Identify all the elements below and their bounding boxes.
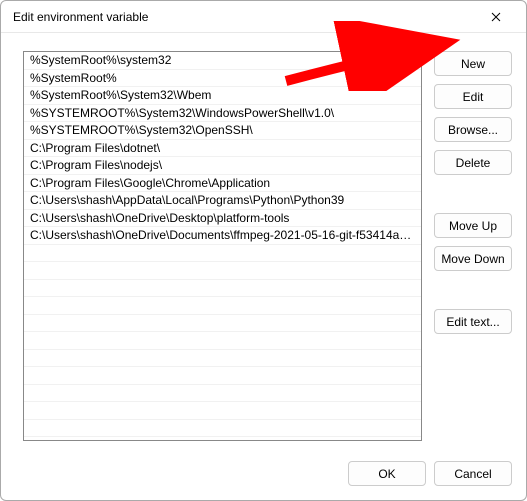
list-item[interactable]: C:\Users\shash\AppData\Local\Programs\Py… <box>24 192 421 210</box>
list-item-empty[interactable] <box>24 385 421 403</box>
new-button[interactable]: New <box>434 51 512 76</box>
list-item[interactable]: C:\Program Files\Google\Chrome\Applicati… <box>24 175 421 193</box>
close-icon <box>491 12 501 22</box>
list-item-empty[interactable] <box>24 297 421 315</box>
list-item-empty[interactable] <box>24 280 421 298</box>
delete-button[interactable]: Delete <box>434 150 512 175</box>
list-item[interactable]: C:\Program Files\dotnet\ <box>24 140 421 158</box>
list-item-empty[interactable] <box>24 367 421 385</box>
list-item[interactable]: %SystemRoot% <box>24 70 421 88</box>
browse-button[interactable]: Browse... <box>434 117 512 142</box>
edit-text-button[interactable]: Edit text... <box>434 309 512 334</box>
list-item-empty[interactable] <box>24 332 421 350</box>
list-item-empty[interactable] <box>24 245 421 263</box>
dialog-content: %SystemRoot%\system32 %SystemRoot% %Syst… <box>1 33 526 453</box>
list-item[interactable]: C:\Program Files\nodejs\ <box>24 157 421 175</box>
list-item[interactable]: C:\Users\shash\OneDrive\Desktop\platform… <box>24 210 421 228</box>
list-item[interactable]: %SystemRoot%\System32\Wbem <box>24 87 421 105</box>
list-item[interactable]: C:\Users\shash\OneDrive\Documents\ffmpeg… <box>24 227 421 245</box>
close-button[interactable] <box>474 2 518 32</box>
cancel-button[interactable]: Cancel <box>434 461 512 486</box>
move-down-button[interactable]: Move Down <box>434 246 512 271</box>
list-item-empty[interactable] <box>24 420 421 438</box>
dialog-footer: OK Cancel <box>348 461 512 486</box>
edit-button[interactable]: Edit <box>434 84 512 109</box>
list-item[interactable]: %SystemRoot%\system32 <box>24 52 421 70</box>
move-up-button[interactable]: Move Up <box>434 213 512 238</box>
ok-button[interactable]: OK <box>348 461 426 486</box>
list-item-empty[interactable] <box>24 402 421 420</box>
list-item[interactable]: %SYSTEMROOT%\System32\OpenSSH\ <box>24 122 421 140</box>
title-bar: Edit environment variable <box>1 1 526 33</box>
list-item-empty[interactable] <box>24 315 421 333</box>
list-item-empty[interactable] <box>24 350 421 368</box>
list-item[interactable]: %SYSTEMROOT%\System32\WindowsPowerShell\… <box>24 105 421 123</box>
side-button-column: New Edit Browse... Delete Move Up Move D… <box>434 51 512 441</box>
list-item-empty[interactable] <box>24 262 421 280</box>
path-listbox[interactable]: %SystemRoot%\system32 %SystemRoot% %Syst… <box>23 51 422 441</box>
window-title: Edit environment variable <box>13 10 474 24</box>
